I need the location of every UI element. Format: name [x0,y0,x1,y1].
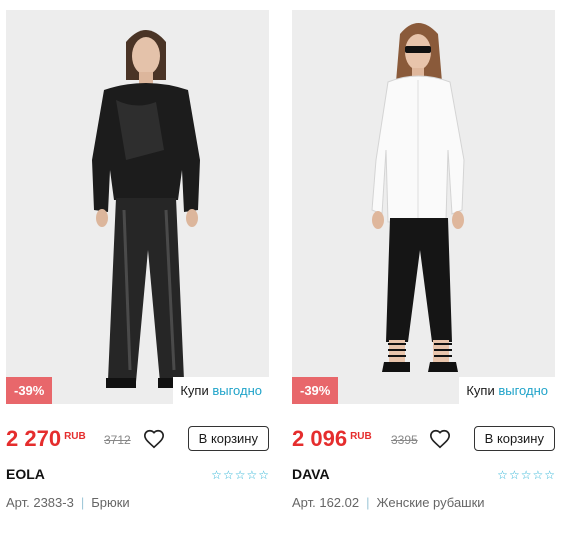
promo-accent: выгодно [498,383,548,398]
product-card[interactable]: -39% Купи выгодно 2 096 RUB 3395 В корзин… [292,10,555,526]
add-to-cart-button[interactable]: В корзину [473,426,555,451]
article-number: Арт. 2383-3 [6,495,74,510]
product-card[interactable]: -39% Купи выгодно 2 270 RUB 3712 В корзин… [6,10,269,526]
star-icon: ☆ [234,468,246,482]
product-meta: Арт. 162.02 | Женские рубашки [292,495,485,510]
model-illustration [6,10,269,404]
add-to-cart-button[interactable]: В корзину [187,426,269,451]
star-icon: ☆ [520,468,532,482]
meta-separator: | [80,495,85,510]
product-category[interactable]: Женские рубашки [377,495,485,510]
rating-stars[interactable]: ☆ ☆ ☆ ☆ ☆ [497,469,555,481]
discount-badge: -39% [6,377,53,404]
promo-label[interactable]: Купи выгодно [459,377,555,404]
product-category[interactable]: Брюки [91,495,129,510]
currency: RUB [64,431,86,442]
star-icon: ☆ [211,468,222,482]
promo-accent: выгодно [212,383,262,398]
star-icon: ☆ [258,468,269,482]
promo-label[interactable]: Купи выгодно [173,377,269,404]
promo-prefix: Купи [466,383,495,398]
article-number: Арт. 162.02 [292,495,360,510]
product-photo[interactable]: -39% Купи выгодно [292,10,555,404]
promo-prefix: Купи [180,383,209,398]
price-row: 2 270 RUB 3712 В корзину [6,424,269,454]
price-row: 2 096 RUB 3395 В корзину [292,424,555,454]
discount-badge: -39% [292,377,339,404]
model-illustration [292,10,555,404]
brand-name[interactable]: EOLA [6,466,45,482]
currency: RUB [350,431,372,442]
price-value: 2 270 [6,426,62,451]
star-icon: ☆ [544,468,555,482]
star-icon: ☆ [532,468,544,482]
heart-icon[interactable] [143,428,165,450]
star-icon: ☆ [222,468,234,482]
brand-name[interactable]: DAVA [292,466,330,482]
rating-stars[interactable]: ☆ ☆ ☆ ☆ ☆ [211,469,269,481]
old-price: 3395 [391,433,418,447]
old-price: 3712 [104,433,131,447]
star-icon: ☆ [508,468,520,482]
heart-icon[interactable] [429,428,451,450]
price-value: 2 096 [292,426,348,451]
current-price: 2 270 RUB [6,424,86,454]
current-price: 2 096 RUB [292,424,372,454]
star-icon: ☆ [497,468,508,482]
product-meta: Арт. 2383-3 | Брюки [6,495,130,510]
product-photo[interactable]: -39% Купи выгодно [6,10,269,404]
star-icon: ☆ [246,468,258,482]
meta-separator: | [366,495,370,510]
